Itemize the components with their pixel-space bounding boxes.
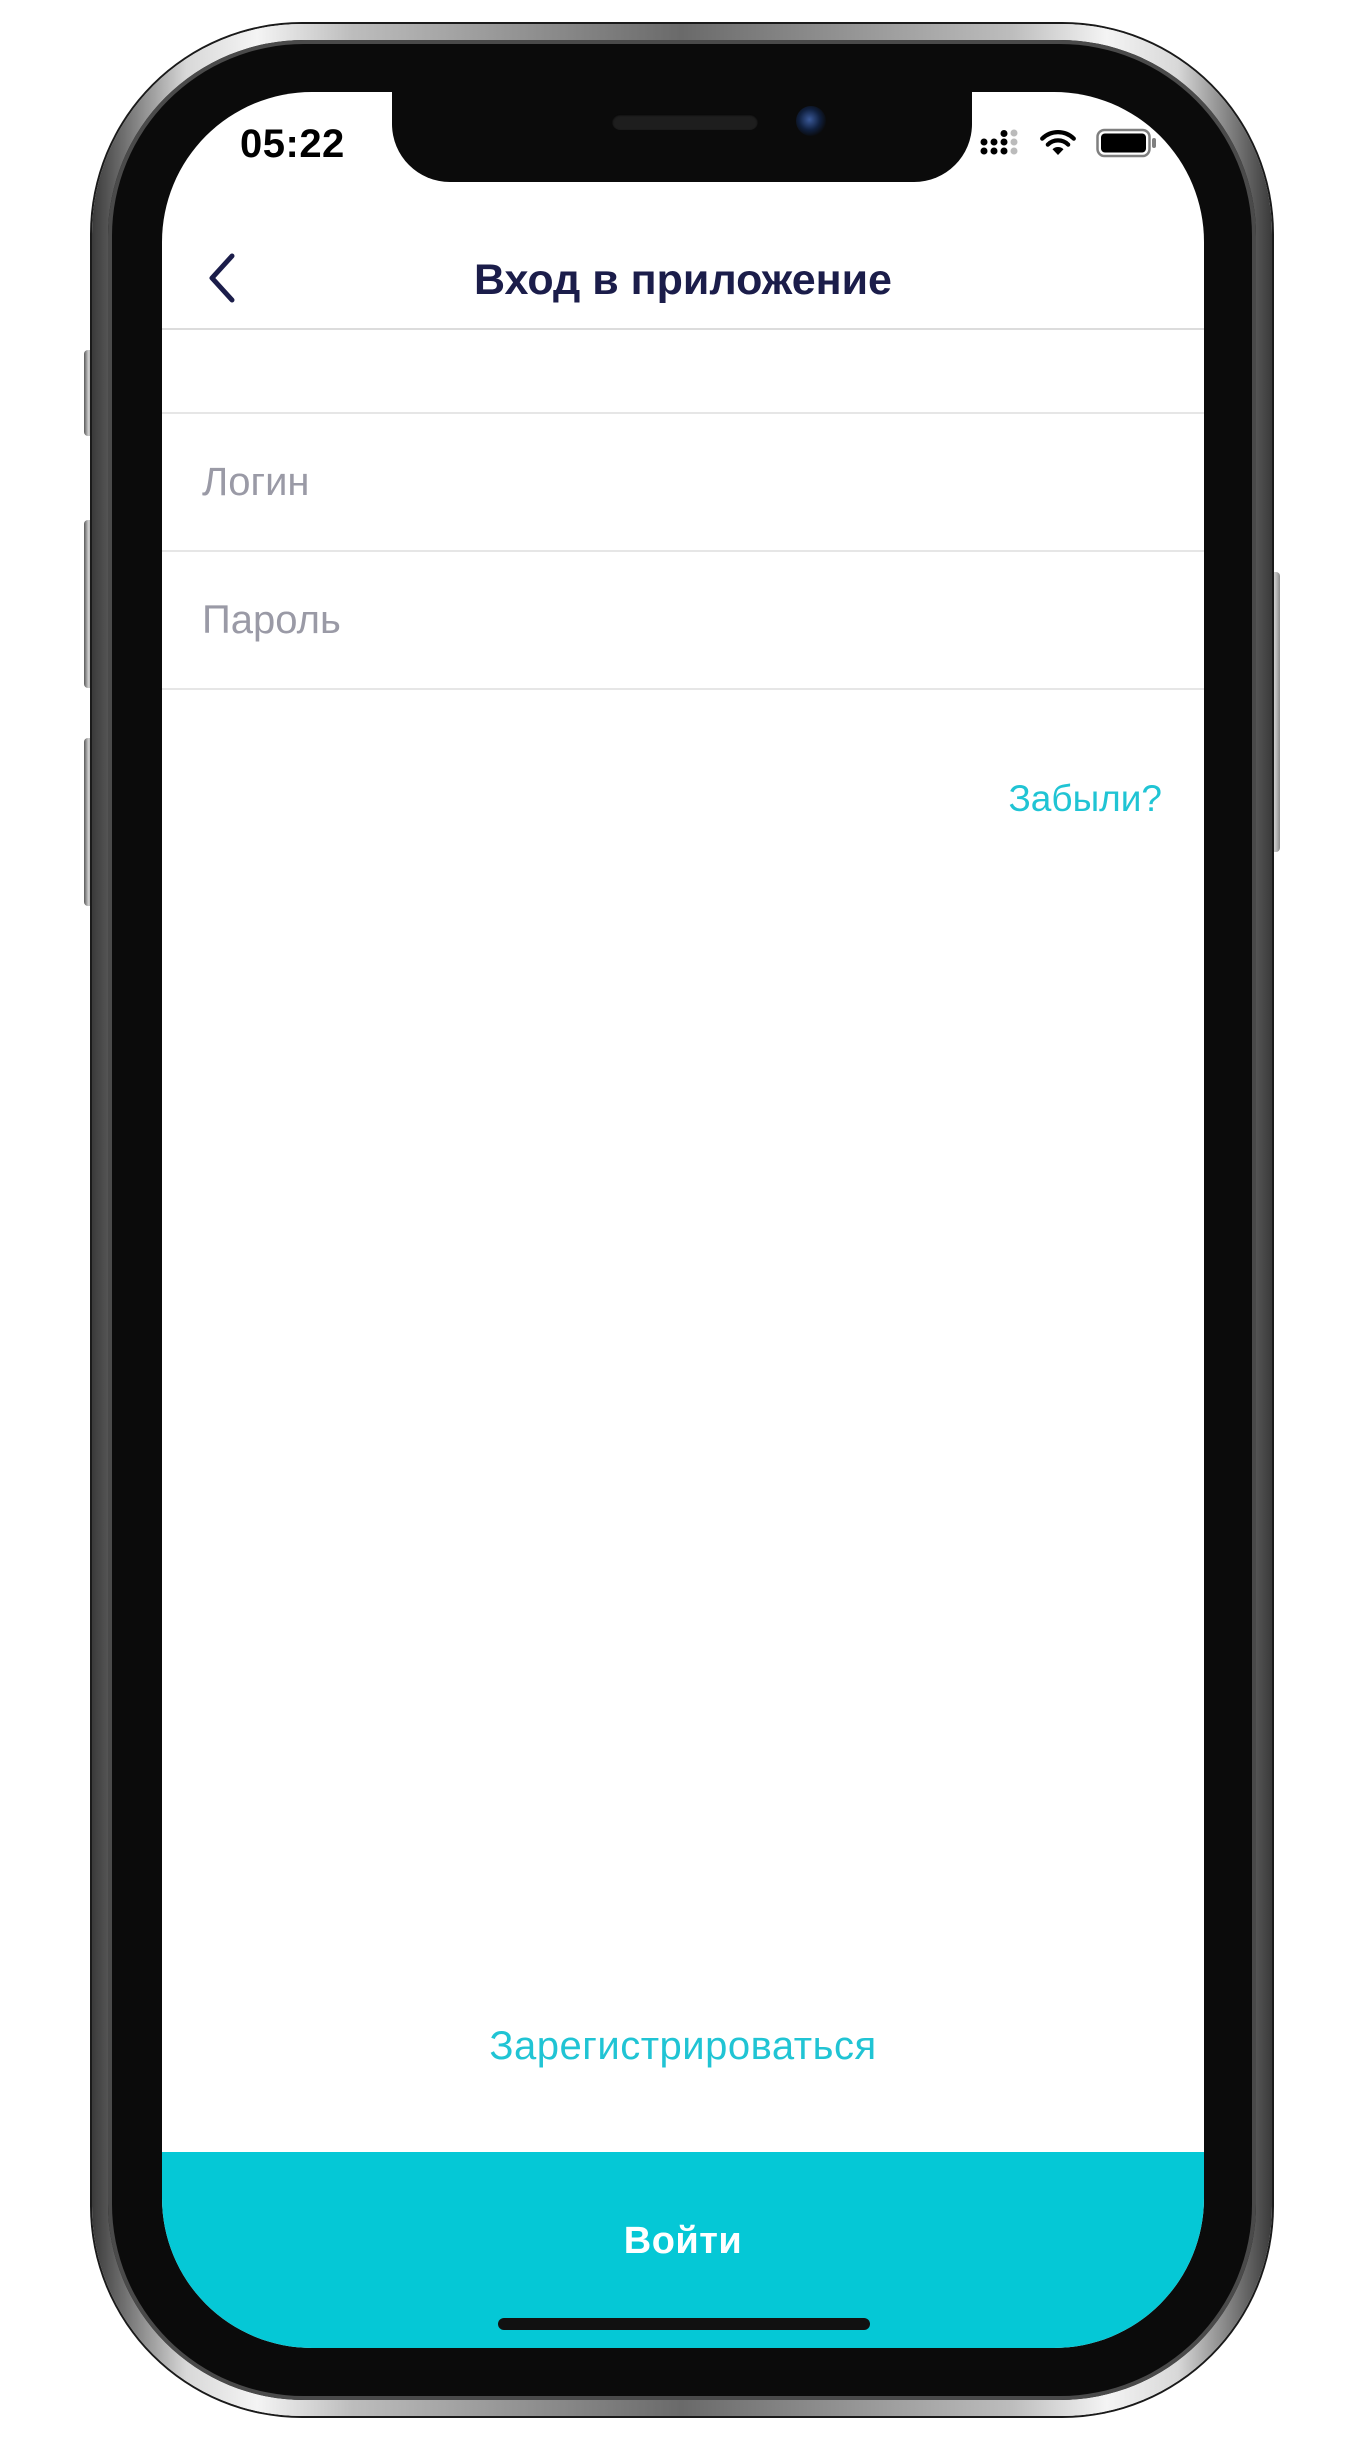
battery-icon bbox=[1096, 128, 1158, 163]
phone-screen: 05:22 Вход в приложение Логин Забыли? За… bbox=[162, 92, 1204, 2348]
status-time: 05:22 bbox=[240, 122, 345, 166]
front-camera bbox=[796, 106, 826, 136]
home-indicator[interactable] bbox=[498, 2318, 870, 2330]
stage: 05:22 Вход в приложение Логин Забыли? За… bbox=[0, 0, 1367, 2444]
password-field bbox=[162, 552, 1204, 690]
wifi-icon bbox=[1038, 128, 1078, 163]
login-button-label: Войти bbox=[623, 2220, 743, 2262]
forgot-password-link[interactable]: Забыли? bbox=[1008, 778, 1162, 820]
earpiece-speaker bbox=[612, 114, 758, 130]
password-input[interactable] bbox=[202, 552, 1164, 688]
notch bbox=[392, 92, 972, 182]
cellular-signal-icon bbox=[980, 129, 1020, 162]
navigation-bar: Вход в приложение bbox=[162, 232, 1204, 330]
login-field bbox=[162, 414, 1204, 552]
status-icons bbox=[980, 128, 1158, 163]
login-input[interactable] bbox=[202, 414, 1164, 550]
register-link[interactable]: Зарегистрироваться bbox=[162, 2024, 1204, 2069]
page-title: Вход в приложение bbox=[474, 256, 892, 304]
